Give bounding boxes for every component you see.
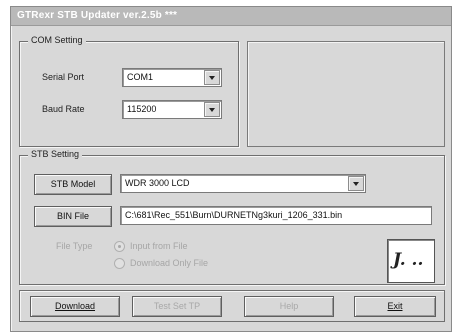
radio-download-only-file[interactable] [114,258,125,269]
radio-input-from-file-label: Input from File [130,241,188,251]
bin-file-button[interactable]: BIN File [34,206,112,227]
serial-port-label: Serial Port [42,72,85,82]
status-panel [247,41,445,147]
bin-file-button-label: BIN File [56,211,89,221]
stb-setting-legend: STB Setting [28,149,83,159]
download-button[interactable]: Download [30,296,120,317]
com-setting-group: COM Setting Serial Port COM1 Baud Rate 1… [19,35,239,147]
stb-model-button[interactable]: STB Model [34,174,112,195]
baud-rate-value: 115200 [127,104,157,114]
exit-button[interactable]: Exit [354,296,436,317]
radio-input-from-file[interactable] [114,241,125,252]
stb-model-value: WDR 3000 LCD [125,178,190,188]
com-setting-legend: COM Setting [28,35,86,45]
serial-port-dropdown-arrow-icon[interactable] [204,70,220,85]
updater-window: GTRexr STB Updater ver.2.5b *** COM Sett… [10,6,452,332]
test-button-label: Test Set TP [153,301,201,311]
serial-port-value: COM1 [127,72,154,82]
download-button-label: Download [54,301,96,311]
stb-setting-group: STB Setting STB Model WDR 3000 LCD BIN F… [19,149,445,285]
stb-model-button-label: STB Model [50,179,96,189]
bottom-button-bar: Download Test Set TP Help Exit [19,290,445,322]
title-bar[interactable]: GTRexr STB Updater ver.2.5b *** [11,7,451,26]
bin-file-path-field[interactable]: C:\681\Rec_551\Burn\DURNETNg3kuri_1206_3… [120,206,432,225]
help-button-label: Help [279,301,299,311]
file-type-label: File Type [56,241,93,251]
bin-file-path-value: C:\681\Rec_551\Burn\DURNETNg3kuri_1206_3… [125,210,343,220]
signature-box: J. .. [387,239,435,283]
baud-rate-dropdown-arrow-icon[interactable] [204,102,220,117]
baud-rate-label: Baud Rate [42,104,85,114]
baud-rate-select[interactable]: 115200 [122,100,222,119]
stb-model-select[interactable]: WDR 3000 LCD [120,174,366,193]
radio-download-only-file-label: Download Only File [130,258,209,268]
test-button[interactable]: Test Set TP [132,296,222,317]
signature-icon: J. .. [393,250,424,270]
window-title: GTRexr STB Updater ver.2.5b *** [17,10,178,21]
serial-port-select[interactable]: COM1 [122,68,222,87]
stb-model-dropdown-arrow-icon[interactable] [348,176,364,191]
help-button[interactable]: Help [244,296,334,317]
exit-button-label: Exit [387,301,403,311]
